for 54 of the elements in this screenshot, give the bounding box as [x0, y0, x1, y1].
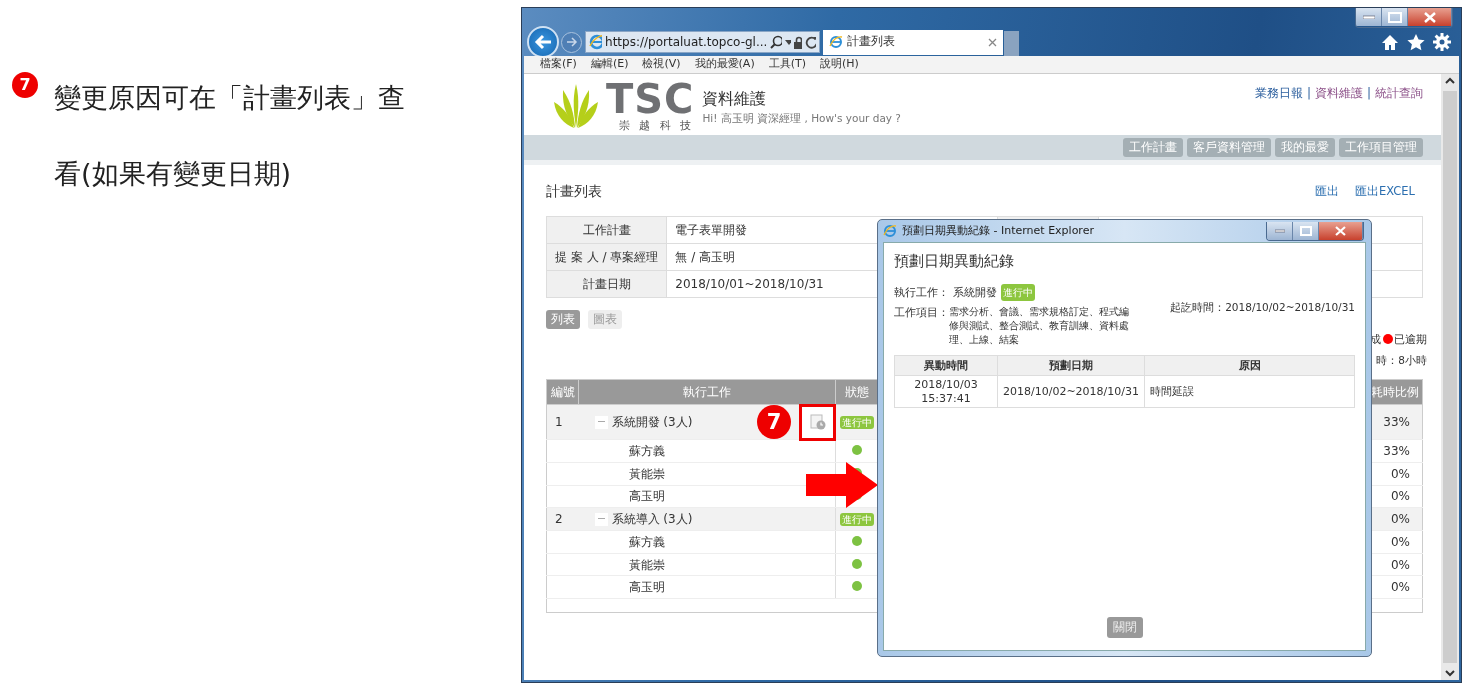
field-label: 提 案 人 / 專案經理 — [546, 243, 667, 271]
menu-item[interactable]: 檔案(F) — [540, 56, 577, 73]
instruction-text: 變更原因可在「計畫列表」查看(如果有變更日期) — [54, 81, 406, 191]
column-header: 執行工作 — [578, 379, 836, 405]
status-badge: 進行中 — [1001, 284, 1035, 302]
member-name: 黃能崇 — [578, 553, 836, 576]
field-value: 系統開發 — [953, 285, 997, 300]
task-name: 系統導入 (3人) — [611, 511, 693, 529]
period-text: 起訖時間：2018/10/02~2018/10/31 — [1170, 300, 1355, 316]
greeting-text: Hi! 高玉明 資深經理 , How's your day ? — [702, 111, 901, 127]
nav-link[interactable]: 資料維護 — [1314, 86, 1363, 100]
table-cell: 2018/10/02~2018/10/31 — [997, 375, 1145, 408]
logo-subtitle: 崇 越 科 技 — [618, 118, 695, 134]
column-header: 編號 — [546, 379, 579, 405]
field-label: 執行工作： — [894, 285, 949, 300]
member-name: 蘇方義 — [578, 530, 836, 554]
link-separator: | — [1306, 86, 1311, 100]
row-number: 1 — [546, 404, 579, 440]
export-link[interactable]: 匯出EXCEL — [1355, 182, 1415, 201]
column-header: 原因 — [1144, 355, 1355, 376]
menu-item[interactable]: 編輯(E) — [590, 56, 629, 73]
page-title: 計畫列表 — [546, 182, 602, 201]
tab-title: 計畫列表 — [847, 33, 896, 51]
logo-text: TSC — [606, 80, 695, 118]
status-badge: 進行中 — [840, 513, 875, 527]
app-title: 資料維護 — [702, 88, 768, 111]
field-value: 需求分析、會議、需求規格訂定、程式編修與測試、整合測試、教育訓練、資料處理、上線、結案 — [949, 305, 1130, 348]
field-label: 工作項目： — [894, 305, 949, 321]
menu-item[interactable]: 檢視(V) — [642, 56, 681, 73]
step-number: 7 — [12, 72, 38, 98]
link-separator: | — [1366, 86, 1371, 100]
member-name: 高玉明 — [578, 575, 836, 599]
column-header: 預劃日期 — [997, 355, 1145, 376]
row-number: 2 — [546, 507, 579, 531]
member-name: 蘇方義 — [578, 439, 836, 463]
task-name: 系統開發 (3人) — [611, 414, 693, 432]
menu-item[interactable]: 我的最愛(A) — [694, 56, 755, 73]
column-header: 狀態 — [835, 379, 879, 405]
address-bar[interactable]: https://portaluat.topco-gl... — [585, 31, 820, 53]
menu-item[interactable]: 說明(H) — [820, 56, 859, 73]
field-label: 工作計畫 — [546, 216, 667, 244]
menu-item[interactable]: 工具(T) — [768, 56, 806, 73]
legend-label: 已逾期 — [1394, 333, 1427, 346]
nav-link[interactable]: 統計查詢 — [1375, 86, 1423, 100]
browser-tab[interactable]: 計畫列表 — [823, 29, 1003, 55]
total-hours-text: 時：8小時 — [1376, 354, 1427, 367]
field-label: 計畫日期 — [546, 270, 667, 298]
column-header: 異動時間 — [894, 355, 998, 376]
export-link[interactable]: 匯出 — [1315, 182, 1339, 201]
callout-number: 7 — [757, 405, 791, 440]
status-badge: 進行中 — [840, 416, 875, 430]
nav-link[interactable]: 業務日報 — [1254, 86, 1303, 100]
table-cell: 2018/10/03 15:37:41 — [894, 375, 998, 408]
table-cell: 時間延誤 — [1144, 375, 1355, 408]
